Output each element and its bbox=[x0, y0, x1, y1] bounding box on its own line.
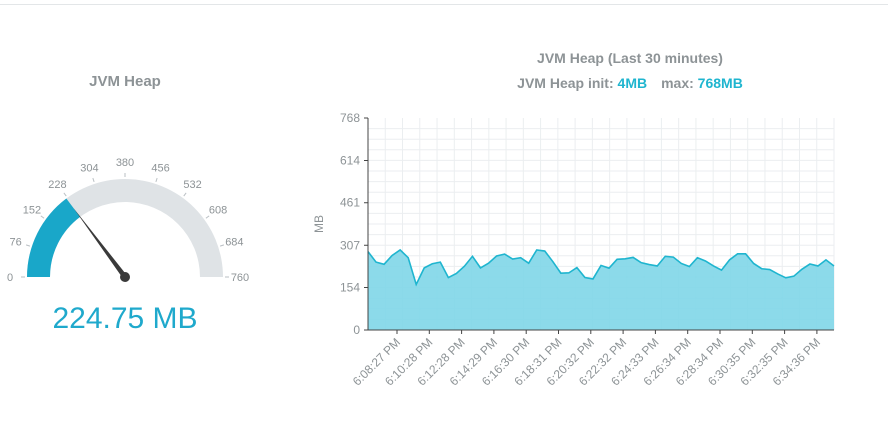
gauge-tick-label: 304 bbox=[80, 163, 98, 175]
gauge-tick bbox=[219, 244, 225, 247]
y-tick-label: 154 bbox=[340, 280, 360, 294]
heap-gauge: 0 76 152 228 304 380 456 532 608 684 760 bbox=[7, 157, 249, 284]
y-tick-label: 614 bbox=[340, 154, 360, 168]
chart-title: JVM Heap (Last 30 minutes) bbox=[537, 50, 723, 66]
init-label: JVM Heap init: bbox=[517, 75, 614, 91]
y-tick-label: 0 bbox=[353, 323, 360, 337]
gauge-tick-label: 0 bbox=[7, 272, 13, 284]
gauge-tick-label: 76 bbox=[10, 236, 22, 248]
y-tick-label: 768 bbox=[340, 111, 360, 125]
chart-subtitle: JVM Heap init: 4MB max: 768MB bbox=[420, 75, 840, 91]
gauge-tick bbox=[183, 192, 187, 197]
y-tick-label: 461 bbox=[340, 196, 360, 210]
gauge-tick bbox=[25, 244, 31, 247]
gauge-tick-label: 152 bbox=[23, 204, 41, 216]
gauge-tick-label: 760 bbox=[231, 272, 249, 284]
heap-area-chart: 0154307461614768MB6:08:27 PM6:10:28 PM6:… bbox=[312, 111, 835, 389]
gauge-needle bbox=[73, 208, 128, 279]
gauge-tick-label: 456 bbox=[151, 163, 169, 175]
y-axis-label: MB bbox=[312, 215, 326, 233]
gauge-tick-label: 684 bbox=[225, 236, 243, 248]
init-value: 4MB bbox=[617, 75, 648, 91]
gauge-tick bbox=[155, 177, 158, 183]
gauge-value: 224.75 MB bbox=[52, 302, 198, 335]
gauge-tick-label: 380 bbox=[116, 157, 134, 169]
y-tick-label: 307 bbox=[340, 238, 360, 252]
gauge-tick bbox=[63, 192, 67, 197]
gauge-tick bbox=[40, 215, 45, 219]
gauge-tick-label: 532 bbox=[183, 179, 201, 191]
max-label: max: bbox=[661, 75, 694, 91]
gauge-tick-label: 608 bbox=[209, 204, 227, 216]
top-divider bbox=[0, 4, 888, 5]
gauge-pivot bbox=[120, 272, 130, 282]
gauge-tick bbox=[92, 177, 95, 183]
gauge-tick-label: 228 bbox=[48, 179, 66, 191]
gauge-title: JVM Heap bbox=[89, 73, 161, 90]
max-value: 768MB bbox=[697, 75, 743, 91]
